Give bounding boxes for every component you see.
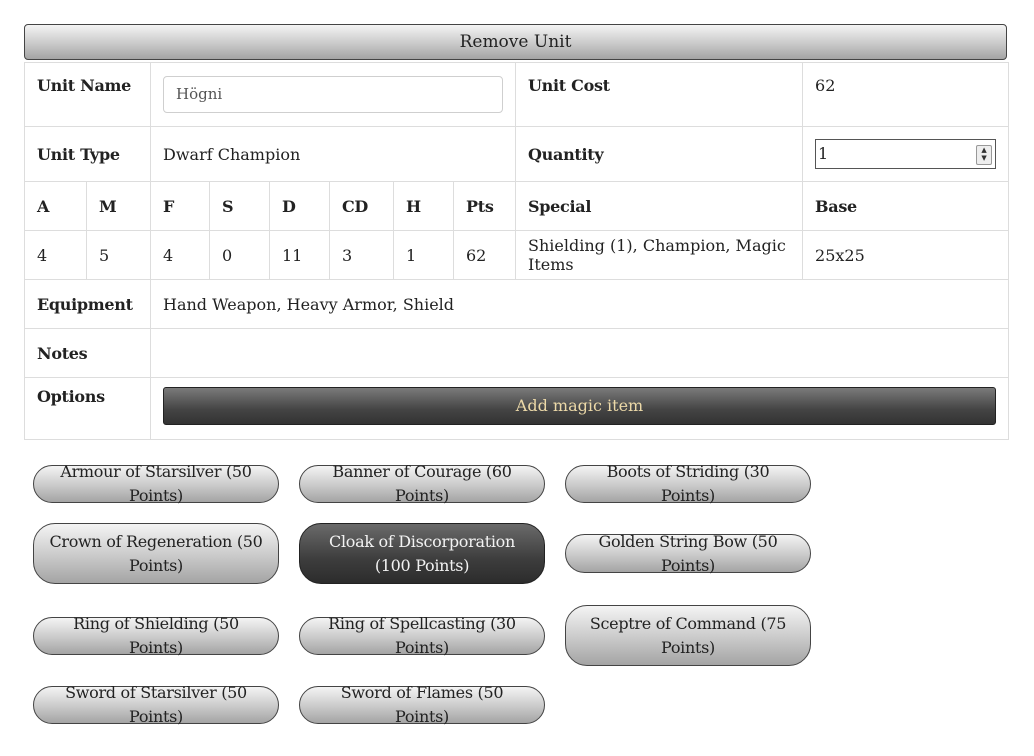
stat-header-row: A M F S D CD H Pts Special Base [24, 181, 1010, 231]
unit-name-input[interactable]: Högni [163, 76, 503, 113]
unit-type-label: Unit Type [24, 126, 151, 182]
base-value: 25x25 [802, 230, 1010, 280]
quantity-label: Quantity [515, 126, 804, 182]
stat-value-row: 4 5 4 0 11 3 1 62 Shielding (1), Champio… [24, 230, 1010, 280]
unit-type-value: Dwarf Champion [149, 126, 517, 182]
magic-item-ring-of-shielding[interactable]: Ring of Shielding (50 Points) [33, 614, 279, 657]
add-magic-item-button[interactable]: Add magic item [163, 387, 996, 425]
base-label: Base [802, 181, 1010, 231]
stat-header: M [86, 181, 151, 231]
notes-label: Notes [24, 328, 151, 378]
spinner-arrows-icon[interactable]: ▲ ▼ [976, 145, 993, 165]
magic-item-banner-of-courage[interactable]: Banner of Courage (60 Points) [299, 462, 545, 505]
special-label: Special [515, 181, 804, 231]
special-value: Shielding (1), Champion, Magic Items [515, 230, 804, 280]
unit-table: Unit Name Högni Unit Cost 62 Unit Type D… [24, 62, 1010, 440]
magic-item-sword-of-starsilver[interactable]: Sword of Starsilver (50 Points) [33, 683, 279, 726]
notes-value [149, 328, 1010, 378]
equipment-label: Equipment [24, 279, 151, 329]
stat-header: Pts [452, 181, 517, 231]
stat-value: 3 [329, 230, 394, 280]
stat-value: 0 [209, 230, 270, 280]
stat-header: S [209, 181, 270, 231]
unit-name-label: Unit Name [24, 62, 151, 127]
magic-item-armour-of-starsilver[interactable]: Armour of Starsilver (50 Points) [33, 462, 279, 505]
magic-item-cloak-of-discorporation[interactable]: Cloak of Discorporation (100 Points) [299, 523, 545, 584]
stat-header: H [393, 181, 454, 231]
stat-value: 1 [393, 230, 454, 280]
magic-item-boots-of-striding[interactable]: Boots of Striding (30 Points) [565, 462, 811, 505]
magic-item-crown-of-regeneration[interactable]: Crown of Regeneration (50 Points) [33, 523, 279, 584]
stat-value: 4 [24, 230, 87, 280]
magic-item-golden-string-bow[interactable]: Golden String Bow (50 Points) [565, 532, 811, 575]
options-label: Options [24, 377, 151, 440]
equipment-value: Hand Weapon, Heavy Armor, Shield [149, 279, 1010, 329]
stat-value: 11 [269, 230, 330, 280]
stat-value: 5 [86, 230, 151, 280]
magic-item-sword-of-flames[interactable]: Sword of Flames (50 Points) [299, 683, 545, 726]
quantity-stepper[interactable]: 1 ▲ ▼ [815, 139, 997, 169]
stat-header: CD [329, 181, 394, 231]
magic-item-sceptre-of-command[interactable]: Sceptre of Command (75 Points) [565, 605, 811, 666]
unit-cost-label: Unit Cost [515, 62, 804, 127]
magic-item-ring-of-spellcasting[interactable]: Ring of Spellcasting (30 Points) [299, 614, 545, 657]
unit-cost-value: 62 [802, 62, 1010, 127]
stat-header: A [24, 181, 87, 231]
stat-header: F [150, 181, 210, 231]
stat-value: 62 [452, 230, 517, 280]
stat-value: 4 [150, 230, 210, 280]
remove-unit-button[interactable]: Remove Unit [24, 24, 1007, 60]
quantity-value: 1 [818, 144, 829, 163]
stat-header: D [269, 181, 330, 231]
